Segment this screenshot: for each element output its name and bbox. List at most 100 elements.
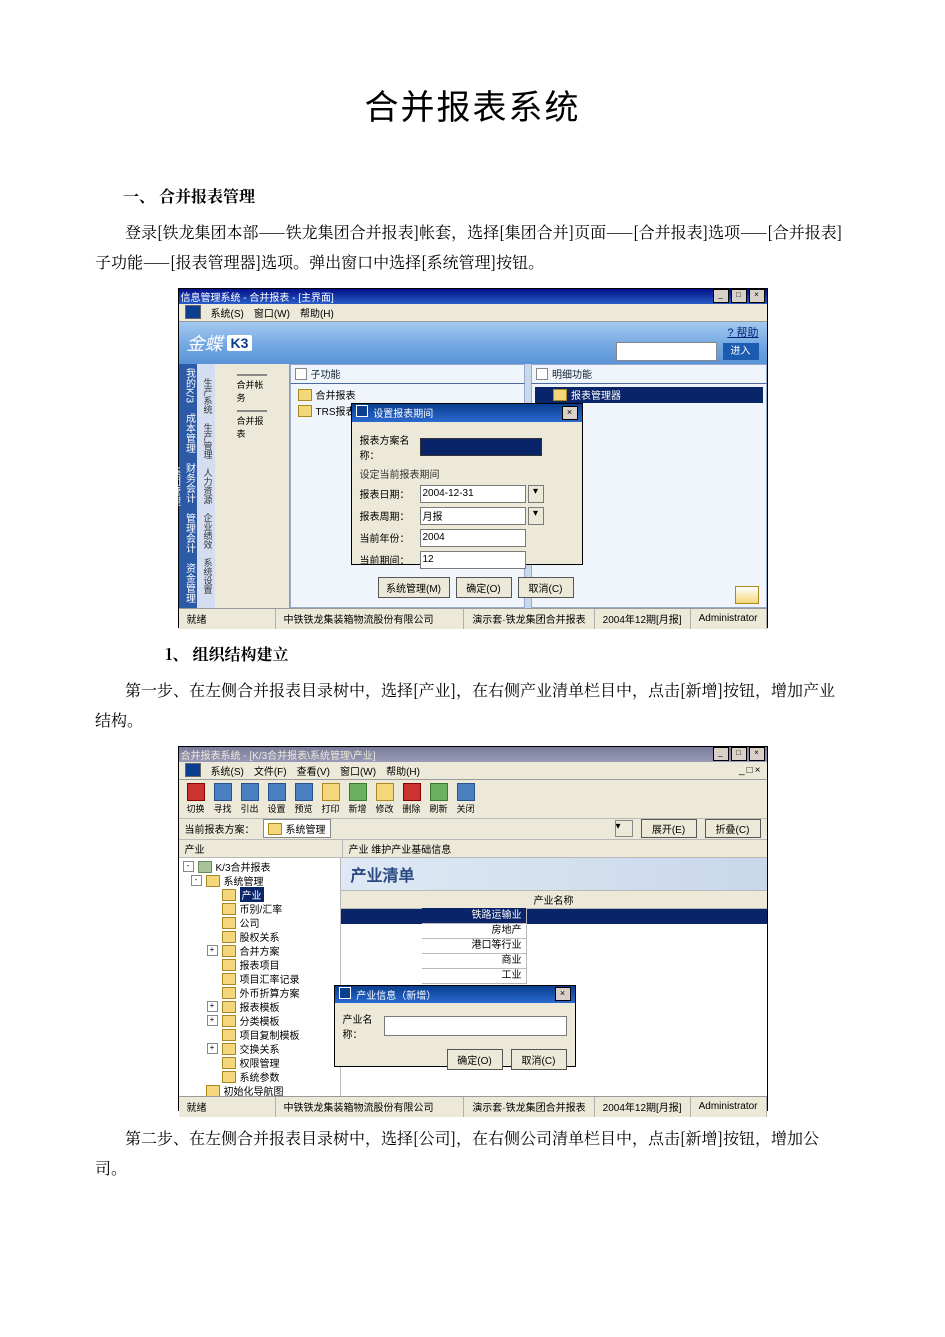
expand-icon[interactable]: + <box>207 1001 218 1012</box>
tree-node[interactable]: +合并方案 <box>181 944 338 958</box>
toolbar-button-设置[interactable]: 设置 <box>264 783 290 815</box>
tree-node[interactable]: 报表项目 <box>181 958 338 972</box>
folder-icon <box>222 1071 236 1083</box>
toolbar-button-刷新[interactable]: 刷新 <box>426 783 452 815</box>
toolbar-button-引出[interactable]: 引出 <box>237 783 263 815</box>
enter-button[interactable]: 进入 <box>723 343 759 360</box>
list-row[interactable]: 工业 <box>341 969 767 984</box>
minimize-button[interactable]: _ <box>713 747 729 761</box>
status-period: 2004年12期[月报] <box>595 609 691 629</box>
tree-node[interactable]: 权限管理 <box>181 1056 338 1070</box>
list-cell-industry-name: 商业 <box>422 953 527 969</box>
child-minimize-button[interactable]: _ <box>739 765 745 776</box>
menu-file[interactable]: 文件(F) <box>254 763 287 778</box>
close-button[interactable]: × <box>749 289 765 303</box>
toolbar-icon <box>403 783 421 801</box>
expand-icon[interactable]: - <box>191 875 202 886</box>
industry-name-input[interactable] <box>384 1016 567 1036</box>
tree-item-merge-report[interactable]: 合并报表 <box>294 387 522 403</box>
paragraph-2: 第一步、在左侧合并报表目录树中，选择[产业]，在右侧产业清单栏目中，点击[新增]… <box>95 675 850 736</box>
current-plan-indicator[interactable]: 系统管理 <box>263 819 331 838</box>
side-icon-panel: 合并帐务 合并报表 <box>215 364 290 608</box>
tree-node-label: 权限管理 <box>240 1055 280 1070</box>
dropdown-icon[interactable]: ▾ <box>528 485 544 503</box>
menu-view[interactable]: 查看(V) <box>297 763 330 778</box>
list-row[interactable]: 铁路运输业 <box>341 909 767 924</box>
dialog-close-button[interactable]: × <box>555 987 571 1001</box>
cancel-button[interactable]: 取消(C) <box>511 1049 567 1070</box>
tree-node[interactable]: 项目复制模板 <box>181 1028 338 1042</box>
menu-system[interactable]: 系统(S) <box>211 763 244 778</box>
close-button[interactable]: × <box>749 747 765 761</box>
tree-node[interactable]: 系统参数 <box>181 1070 338 1084</box>
menu-help[interactable]: 帮助(H) <box>300 305 334 320</box>
window-titlebar: 合并报表系统 - [K/3合并报表\系统管理\产业] _ □ × <box>179 747 767 762</box>
tree-node[interactable]: -系统管理 <box>181 874 338 888</box>
menu-system[interactable]: 系统(S) <box>211 305 244 320</box>
menu-help[interactable]: 帮助(H) <box>386 763 420 778</box>
ok-button[interactable]: 确定(O) <box>447 1049 503 1070</box>
nav-strip-secondary[interactable]: 生产系统 生产管理 人力资源 企业绩效 系统设置 <box>197 364 215 608</box>
list-row[interactable]: 房地产 <box>341 924 767 939</box>
toolbar-label: 切换 <box>186 802 204 815</box>
toolbar-icon <box>376 783 394 801</box>
toolbar-button-新增[interactable]: 新增 <box>345 783 371 815</box>
tree-node[interactable]: 初始化导航图 <box>181 1084 338 1096</box>
child-maximize-button[interactable]: □ <box>747 765 753 776</box>
expand-button[interactable]: 展开(E) <box>641 819 697 838</box>
toolbar-label: 设置 <box>267 802 285 815</box>
tree-node[interactable]: 产业 <box>181 888 338 902</box>
tree-node[interactable]: 股权关系 <box>181 930 338 944</box>
tree-node[interactable]: +报表模板 <box>181 1000 338 1014</box>
tree-node[interactable]: -K/3合并报表 <box>181 860 338 874</box>
plan-name-combo[interactable] <box>420 438 542 456</box>
toolbar-button-打印[interactable]: 打印 <box>318 783 344 815</box>
search-input[interactable] <box>616 342 717 361</box>
menu-window[interactable]: 窗口(W) <box>254 305 290 320</box>
report-cycle-input[interactable] <box>420 507 526 525</box>
current-period-input[interactable] <box>420 551 526 569</box>
maximize-button[interactable]: □ <box>731 747 747 761</box>
plan-combo-dropdown[interactable]: ▾ <box>615 820 633 837</box>
maximize-button[interactable]: □ <box>731 289 747 303</box>
app-icon <box>185 305 201 319</box>
nav-strip-left[interactable]: 我的K/3 成本管理 财务会计 管理会计 资金管理 集团管理 <box>179 364 197 608</box>
toolbar-button-切换[interactable]: 切换 <box>183 783 209 815</box>
tree-item-report-manager[interactable]: 报表管理器 <box>535 387 763 403</box>
toolbar-button-关闭[interactable]: 关闭 <box>453 783 479 815</box>
cancel-button[interactable]: 取消(C) <box>518 577 574 598</box>
toolbar-button-修改[interactable]: 修改 <box>372 783 398 815</box>
minimize-button[interactable]: _ <box>713 289 729 303</box>
collapse-button[interactable]: 折叠(C) <box>705 819 761 838</box>
list-row[interactable]: 商业 <box>341 954 767 969</box>
status-company: 中铁铁龙集装箱物流股份有限公司 <box>276 609 465 629</box>
list-row[interactable]: 港口等行业 <box>341 939 767 954</box>
tree-header: 产业 <box>179 840 343 857</box>
tree-node[interactable]: 币别/汇率 <box>181 902 338 916</box>
toolbar-button-删除[interactable]: 删除 <box>399 783 425 815</box>
system-manage-button[interactable]: 系统管理(M) <box>378 577 450 598</box>
expand-icon[interactable]: + <box>207 1015 218 1026</box>
toolbar-button-预览[interactable]: 预览 <box>291 783 317 815</box>
expand-icon[interactable]: + <box>207 945 218 956</box>
tree-node[interactable]: 外币折算方案 <box>181 986 338 1000</box>
side-icon-merge-account[interactable]: 合并帐务 <box>237 374 267 402</box>
current-year-input[interactable] <box>420 529 526 547</box>
help-link[interactable]: ? 帮助 <box>727 327 758 339</box>
report-date-input[interactable] <box>420 485 526 503</box>
tree-node[interactable]: 项目汇率记录 <box>181 972 338 986</box>
toolbar-button-寻找[interactable]: 寻找 <box>210 783 236 815</box>
side-icon-merge-report[interactable]: 合并报表 <box>237 410 267 438</box>
expand-icon[interactable]: + <box>207 1043 218 1054</box>
dropdown-icon[interactable]: ▾ <box>528 507 544 525</box>
child-close-button[interactable]: × <box>755 765 761 776</box>
ok-button[interactable]: 确定(O) <box>456 577 512 598</box>
menu-window[interactable]: 窗口(W) <box>340 763 376 778</box>
tree-node[interactable]: +交换关系 <box>181 1042 338 1056</box>
tree-node[interactable]: +分类模板 <box>181 1014 338 1028</box>
dialog-close-button[interactable]: × <box>562 406 578 420</box>
dialog-titlebar: 产业信息（新增） × <box>335 986 575 1003</box>
tree-node[interactable]: 公司 <box>181 916 338 930</box>
expand-icon[interactable]: - <box>183 861 194 872</box>
folder-icon <box>222 1043 236 1055</box>
